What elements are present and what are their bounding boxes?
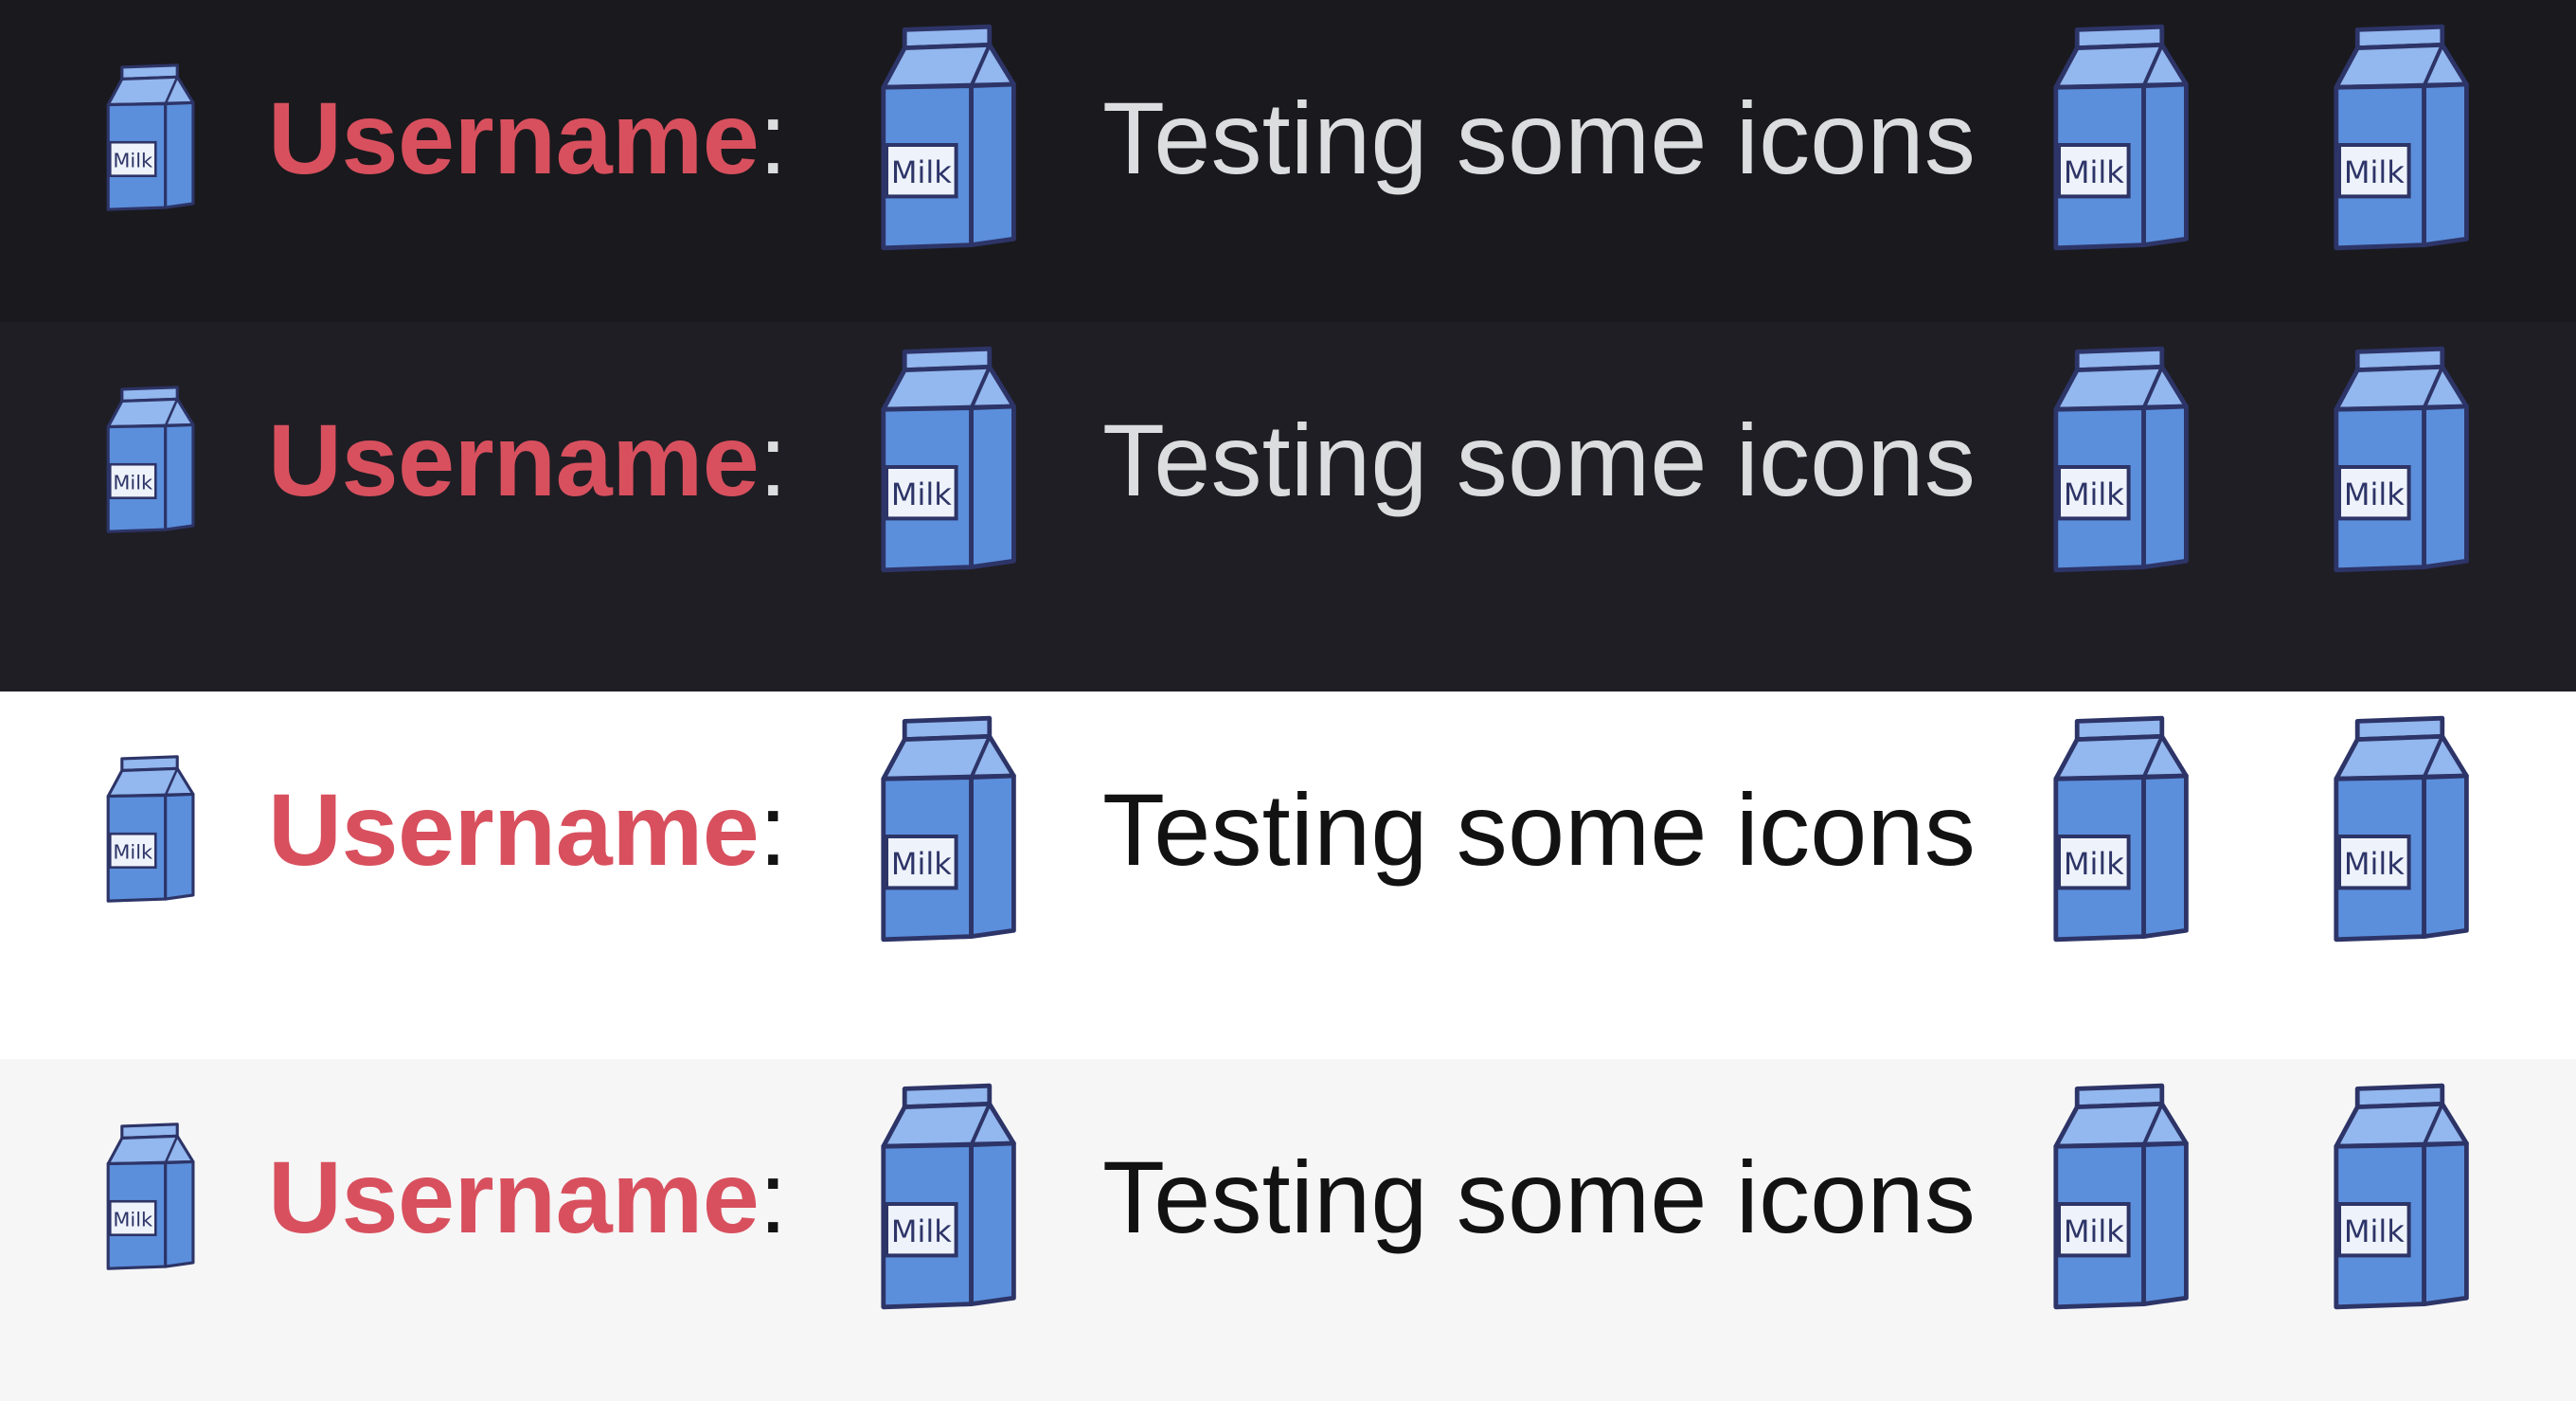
carton-label: Milk — [891, 1213, 952, 1249]
milk-carton-icon: Milk — [2053, 1083, 2189, 1310]
milk-carton-icon: Milk — [2334, 346, 2469, 573]
milk-carton-icon: Milk — [2334, 24, 2469, 251]
milk-carton-icon: Milk — [881, 24, 1016, 251]
chat-preview: Milk Username: Milk Testing some icons M… — [0, 0, 2576, 1401]
emoji-milk-3: Milk — [2324, 1059, 2476, 1334]
emoji-milk-2: Milk — [2044, 0, 2195, 275]
username-colon: : — [759, 771, 788, 887]
avatar[interactable]: Milk — [102, 322, 197, 597]
username[interactable]: Username — [268, 401, 760, 519]
emoji-milk-1: Milk — [871, 1059, 1023, 1334]
emoji-milk-1: Milk — [871, 692, 1023, 966]
carton-label: Milk — [891, 846, 952, 882]
milk-carton-icon: Milk — [2053, 24, 2189, 251]
emoji-milk-3: Milk — [2324, 692, 2476, 966]
milk-carton-icon: Milk — [106, 63, 195, 211]
message-text-wrap: Testing some icons — [1102, 1059, 1976, 1334]
username[interactable]: Username — [268, 1138, 760, 1256]
carton-label: Milk — [2064, 1213, 2124, 1249]
carton-label: Milk — [891, 476, 952, 512]
carton-label: Milk — [2064, 154, 2124, 190]
carton-label: Milk — [2344, 476, 2405, 512]
message-text-wrap: Testing some icons — [1102, 322, 1976, 597]
username-label: Username: — [268, 0, 787, 275]
milk-carton-icon: Milk — [106, 755, 195, 903]
username-label: Username: — [268, 692, 787, 966]
username-label: Username: — [268, 322, 787, 597]
milk-carton-icon: Milk — [106, 386, 195, 533]
chat-row-darker: Milk Username: Milk Testing some icons M… — [0, 322, 2576, 692]
emoji-milk-1: Milk — [871, 322, 1023, 597]
message-text: Testing some icons — [1102, 402, 1977, 517]
avatar[interactable]: Milk — [102, 0, 197, 275]
username-colon: : — [759, 1139, 788, 1254]
message-text: Testing some icons — [1102, 80, 1977, 195]
carton-label: Milk — [2064, 846, 2124, 882]
milk-carton-icon: Milk — [2334, 1083, 2469, 1310]
emoji-milk-2: Milk — [2044, 692, 2195, 966]
milk-carton-icon: Milk — [2053, 715, 2189, 943]
carton-label: Milk — [113, 840, 153, 863]
chat-row-light-gray: Milk Username: Milk Testing some icons M… — [0, 1059, 2576, 1401]
carton-label: Milk — [113, 149, 153, 171]
carton-label: Milk — [2064, 476, 2124, 512]
carton-label: Milk — [2344, 1213, 2405, 1249]
avatar[interactable]: Milk — [102, 692, 197, 966]
username-label: Username: — [268, 1059, 787, 1334]
emoji-milk-3: Milk — [2324, 322, 2476, 597]
milk-carton-icon: Milk — [2334, 715, 2469, 943]
emoji-milk-2: Milk — [2044, 1059, 2195, 1334]
message-text-wrap: Testing some icons — [1102, 692, 1976, 966]
chat-row-dark: Milk Username: Milk Testing some icons M… — [0, 0, 2576, 322]
emoji-milk-1: Milk — [871, 0, 1023, 275]
milk-carton-icon: Milk — [2053, 346, 2189, 573]
emoji-milk-3: Milk — [2324, 0, 2476, 275]
milk-carton-icon: Milk — [106, 1123, 195, 1270]
milk-carton-icon: Milk — [881, 346, 1016, 573]
message-text-wrap: Testing some icons — [1102, 0, 1976, 275]
username-colon: : — [759, 80, 788, 195]
username[interactable]: Username — [268, 79, 760, 197]
carton-label: Milk — [113, 471, 153, 494]
emoji-milk-2: Milk — [2044, 322, 2195, 597]
username[interactable]: Username — [268, 770, 760, 889]
carton-label: Milk — [113, 1208, 153, 1230]
milk-carton-icon: Milk — [881, 715, 1016, 943]
carton-label: Milk — [2344, 846, 2405, 882]
message-text: Testing some icons — [1102, 1139, 1977, 1254]
message-text: Testing some icons — [1102, 771, 1977, 887]
chat-row-light: Milk Username: Milk Testing some icons M… — [0, 692, 2576, 1059]
avatar[interactable]: Milk — [102, 1059, 197, 1334]
carton-label: Milk — [891, 154, 952, 190]
carton-label: Milk — [2344, 154, 2405, 190]
milk-carton-icon: Milk — [881, 1083, 1016, 1310]
username-colon: : — [759, 402, 788, 517]
